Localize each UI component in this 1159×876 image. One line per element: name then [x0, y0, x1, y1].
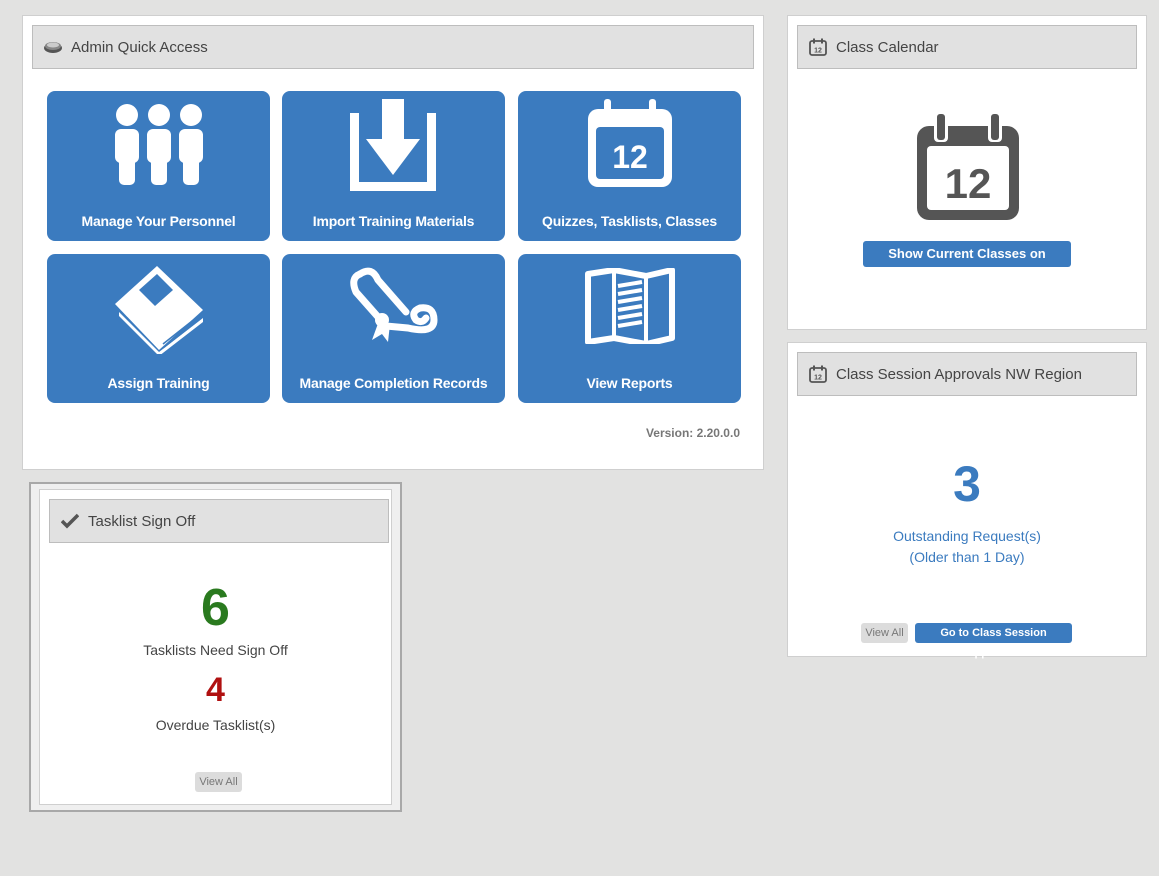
overdue-tasklists-count[interactable]: 4 [40, 671, 391, 710]
dashboard-icon [43, 37, 63, 57]
import-training-tile[interactable]: Import Training Materials [282, 91, 505, 241]
class-calendar-title: Class Calendar [836, 38, 939, 56]
admin-quick-access-panel: Admin Quick Access Manage Your Personnel [22, 15, 764, 470]
admin-quick-access-header: Admin Quick Access [32, 25, 754, 69]
calendar-icon: 12 [808, 364, 828, 384]
tasklists-need-sign-off-count[interactable]: 6 [40, 578, 391, 638]
manage-personnel-label: Manage Your Personnel [81, 213, 236, 229]
outstanding-request-count[interactable]: 3 [788, 455, 1146, 513]
admin-quick-access-title: Admin Quick Access [71, 38, 208, 56]
outstanding-request-label[interactable]: Outstanding Request(s) [788, 528, 1146, 544]
quizzes-tasklists-classes-label: Quizzes, Tasklists, Classes [542, 213, 717, 229]
class-session-approvals-header: 12 Class Session Approvals NW Region [797, 352, 1137, 396]
assign-training-label: Assign Training [107, 375, 210, 391]
large-calendar-day: 12 [945, 160, 992, 207]
manage-completion-records-label: Manage Completion Records [299, 375, 488, 391]
quizzes-tasklists-classes-tile[interactable]: 12 Quizzes, Tasklists, Classes [518, 91, 741, 241]
tasklist-sign-off-header: Tasklist Sign Off [49, 499, 389, 543]
version-text: Version: 2.20.0.0 [645, 426, 740, 440]
show-current-classes-button[interactable]: Show Current Classes on Calendar [863, 241, 1071, 287]
class-calendar-header: 12 Class Calendar [797, 25, 1137, 69]
view-reports-tile[interactable]: View Reports [518, 254, 741, 403]
class-session-approvals-title: Class Session Approvals NW Region [836, 365, 1082, 383]
tasklist-view-all-button[interactable]: View All [195, 772, 242, 792]
overdue-tasklists-label[interactable]: Overdue Tasklist(s) [40, 717, 391, 733]
tasklist-sign-off-title: Tasklist Sign Off [88, 512, 196, 530]
class-calendar-panel: 12 Class Calendar 12 Show Current Classe… [787, 15, 1147, 330]
import-icon [348, 97, 440, 196]
older-than-label[interactable]: (Older than 1 Day) [788, 549, 1146, 565]
import-training-label: Import Training Materials [312, 213, 475, 229]
tile-calendar-day: 12 [612, 139, 648, 175]
manage-completion-records-tile[interactable]: Manage Completion Records [282, 254, 505, 403]
header-calendar-day: 12 [814, 48, 822, 55]
assign-training-tile[interactable]: Assign Training [47, 254, 270, 403]
checkmark-icon [60, 511, 80, 531]
report-icon [584, 267, 676, 349]
approvals-calendar-day: 12 [814, 375, 822, 382]
class-session-approvals-panel: 12 Class Session Approvals NW Region 3 O… [787, 342, 1147, 659]
tasklist-sign-off-panel: Tasklist Sign Off 6 Tasklists Need Sign … [39, 489, 392, 805]
people-icon [111, 103, 207, 192]
view-reports-label: View Reports [586, 375, 673, 391]
calendar-icon: 12 [584, 97, 676, 194]
large-calendar-icon: 12 [916, 112, 1020, 227]
approvals-view-all-button[interactable]: View All [861, 623, 908, 643]
tasklists-need-sign-off-label[interactable]: Tasklists Need Sign Off [40, 642, 391, 658]
book-icon [111, 260, 207, 359]
tasklist-sign-off-frame: Tasklist Sign Off 6 Tasklists Need Sign … [29, 482, 402, 812]
calendar-icon: 12 [808, 37, 828, 57]
go-to-class-session-approvals-button[interactable]: Go to Class Session Approvals [915, 623, 1072, 659]
manage-personnel-tile[interactable]: Manage Your Personnel [47, 91, 270, 241]
diploma-icon [346, 264, 442, 353]
